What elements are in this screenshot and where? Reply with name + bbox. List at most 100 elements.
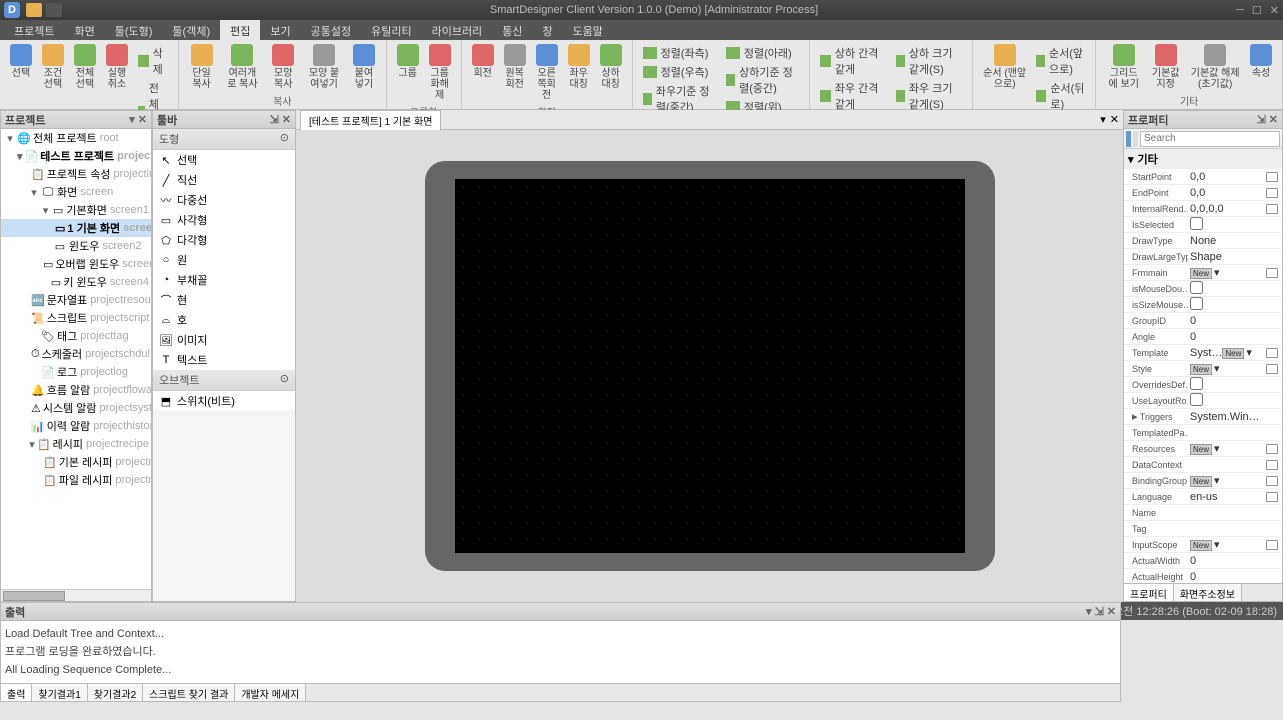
ribbon-tool-button[interactable]: 실행취소 (102, 42, 132, 92)
categorized-view-button[interactable] (1126, 131, 1131, 147)
menu-item[interactable]: 통신 (492, 20, 532, 40)
property-checkbox[interactable] (1190, 217, 1203, 230)
dropdown-icon[interactable]: ▾ (1100, 113, 1106, 126)
toolbox-item[interactable]: ◔부채꼴 (153, 270, 295, 290)
tree-item[interactable]: 📋파일 레시피projectr... (1, 471, 151, 489)
property-value[interactable] (1188, 297, 1266, 312)
property-value[interactable]: en-us (1188, 491, 1266, 503)
property-row[interactable]: FrmmainNew▾ (1124, 265, 1282, 281)
property-row[interactable]: Tag (1124, 521, 1282, 537)
tree-item[interactable]: ▭키 윈도우screen4 (1, 273, 151, 291)
ribbon-tool-item[interactable]: 좌우 간격 같게 (818, 79, 888, 113)
property-marker-icon[interactable] (1266, 268, 1278, 278)
property-value[interactable]: 0,0,0,0 (1188, 203, 1266, 215)
property-marker-icon[interactable] (1266, 364, 1278, 374)
toolbox-item[interactable]: ╱직선 (153, 170, 295, 190)
ribbon-tool-button[interactable]: 순서 (맨앞으로) (979, 42, 1030, 92)
new-button[interactable]: New (1190, 364, 1212, 375)
ribbon-tool-button[interactable]: 그룹 (393, 42, 423, 81)
ribbon-tool-item[interactable]: 정렬(좌측) (641, 44, 718, 62)
pin-icon[interactable]: ▾ (129, 113, 135, 126)
property-marker-icon[interactable] (1266, 460, 1278, 470)
toolbox-section-header[interactable]: 오브젝트⊙ (153, 370, 295, 391)
tree-item[interactable]: 🔤문자열표projectresour... (1, 291, 151, 309)
ribbon-tool-item[interactable]: 상하기준 정렬(중간) (724, 63, 801, 97)
tree-item[interactable]: ▾▭기본화면screen1 (1, 201, 151, 219)
property-value[interactable]: 0 (1188, 555, 1266, 567)
property-value[interactable] (1188, 377, 1266, 392)
ribbon-tool-button[interactable]: 단일 복사 (185, 42, 218, 92)
property-checkbox[interactable] (1190, 377, 1203, 390)
ribbon-tool-button[interactable]: 선택 (6, 42, 36, 81)
property-marker-icon[interactable] (1266, 492, 1278, 502)
menu-item[interactable]: 프로젝트 (4, 20, 64, 40)
property-row[interactable]: GroupID0 (1124, 313, 1282, 329)
pin-icon[interactable]: ⇲ (1257, 113, 1266, 126)
collapse-icon[interactable]: ⊙ (280, 131, 289, 147)
ribbon-tool-item[interactable]: 순서(뒤로) (1034, 79, 1087, 113)
tree-item[interactable]: ▭윈도우screen2 (1, 237, 151, 255)
output-tab[interactable]: 스크립트 찾기 결과 (143, 684, 235, 701)
tree-item[interactable]: 🏷태그projecttag (1, 327, 151, 345)
property-row[interactable]: Name (1124, 505, 1282, 521)
tree-twisty-icon[interactable]: ▾ (41, 204, 50, 217)
properties-tab[interactable]: 프로퍼티 (1124, 584, 1174, 601)
h-scrollbar[interactable] (1, 589, 151, 601)
tree-item[interactable]: ▾📄테스트 프로젝트project (1, 147, 151, 165)
new-button[interactable]: New (1222, 348, 1244, 359)
property-row[interactable]: EndPoint0,0 (1124, 185, 1282, 201)
toolbox-item[interactable]: ⌓호 (153, 310, 295, 330)
output-tab[interactable]: 출력 (1, 684, 32, 701)
property-row[interactable]: OverridesDef… (1124, 377, 1282, 393)
property-value[interactable]: 0 (1188, 331, 1266, 343)
property-marker-icon[interactable] (1266, 476, 1278, 486)
ribbon-tool-item[interactable]: 삭제 (136, 44, 170, 78)
ribbon-tool-item[interactable]: 좌우 크기 같게(S) (894, 79, 964, 113)
dropdown-icon[interactable]: ▾ (1214, 267, 1220, 279)
toolbox-item[interactable]: ⬒스위치(비트) (153, 391, 295, 411)
property-row[interactable]: ▸ TriggersSystem.Win… (1124, 409, 1282, 425)
dropdown-icon[interactable]: ▾ (1246, 347, 1252, 359)
ribbon-tool-button[interactable]: 기본값 지정 (1147, 42, 1184, 92)
ribbon-tool-item[interactable]: 순서(앞으로) (1034, 44, 1087, 78)
property-value[interactable] (1188, 217, 1266, 232)
property-row[interactable]: UseLayoutRo… (1124, 393, 1282, 409)
property-row[interactable]: IsSelected (1124, 217, 1282, 233)
property-value[interactable]: New▾ (1188, 266, 1266, 279)
property-row[interactable]: InternalRend…0,0,0,0 (1124, 201, 1282, 217)
property-row[interactable]: StyleNew▾ (1124, 361, 1282, 377)
property-marker-icon[interactable] (1266, 540, 1278, 550)
dropdown-icon[interactable]: ▾ (1214, 363, 1220, 375)
dropdown-icon[interactable]: ▾ (1214, 443, 1220, 455)
property-row[interactable]: Languageen-us (1124, 489, 1282, 505)
close-icon[interactable]: ✕ (282, 113, 291, 126)
menu-item[interactable]: 툴(도형) (105, 20, 163, 40)
tree-item[interactable]: ⏱스케줄러projectschdul... (1, 345, 151, 363)
tree-item[interactable]: 🔔흐름 알람projectflowal... (1, 381, 151, 399)
tree-item[interactable]: 📄로그projectlog (1, 363, 151, 381)
ribbon-tool-button[interactable]: 회전 (468, 42, 498, 81)
output-tab[interactable]: 개발자 메세지 (235, 684, 306, 701)
minimize-button[interactable]: ─ (1236, 4, 1244, 17)
toolbox-item[interactable]: 🖼이미지 (153, 330, 295, 350)
properties-tab[interactable]: 화면주소정보 (1174, 584, 1242, 601)
dropdown-icon[interactable]: ▾ (1214, 539, 1220, 551)
property-row[interactable]: StartPoint0,0 (1124, 169, 1282, 185)
close-icon[interactable]: ✕ (1269, 113, 1278, 126)
tree-twisty-icon[interactable]: ▾ (17, 150, 23, 163)
ribbon-tool-button[interactable]: 모양 복사 (267, 42, 300, 92)
ribbon-tool-button[interactable]: 오른쪽회전 (532, 42, 562, 103)
property-row[interactable]: DataContext (1124, 457, 1282, 473)
menu-item[interactable]: 편집 (220, 20, 260, 40)
ribbon-tool-button[interactable]: 조건선택 (38, 42, 68, 92)
tree-item[interactable]: 📜스크립트projectscript (1, 309, 151, 327)
property-search-input[interactable] (1140, 131, 1280, 147)
pin-icon[interactable]: ⇲ (270, 113, 279, 126)
output-tab[interactable]: 찾기결과1 (32, 684, 87, 701)
close-button[interactable]: ✕ (1270, 4, 1279, 17)
ribbon-tool-button[interactable]: 속성 (1246, 42, 1276, 81)
property-grid[interactable]: StartPoint0,0EndPoint0,0InternalRend…0,0… (1124, 169, 1282, 583)
ribbon-tool-button[interactable]: 붙여넣기 (348, 42, 379, 92)
collapse-icon[interactable]: ⊙ (280, 372, 289, 388)
qat-folder-icon[interactable] (26, 3, 42, 17)
